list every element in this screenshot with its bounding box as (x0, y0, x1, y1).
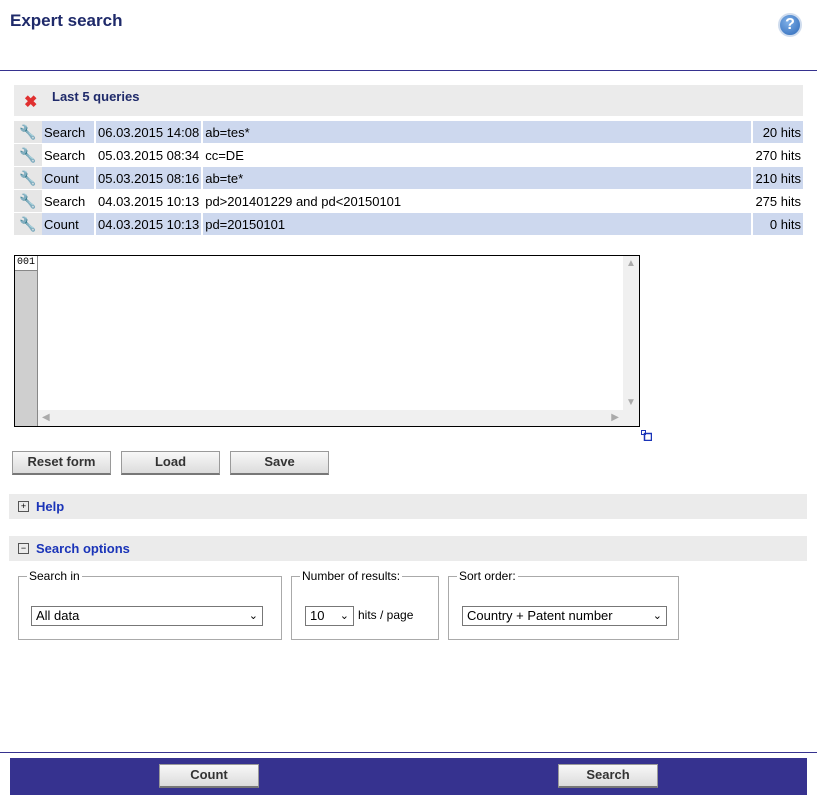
search-in-value: All data (36, 608, 80, 623)
query-date: 05.03.2015 08:16 (96, 167, 202, 189)
expand-icon[interactable]: + (18, 501, 29, 512)
query-date: 04.03.2015 10:13 (96, 213, 202, 235)
query-hits: 275 hits (755, 193, 801, 209)
collapse-icon[interactable]: − (18, 543, 29, 554)
query-editor[interactable]: 001 ▲ ▼ ◀ ▶ (14, 255, 640, 427)
query-text[interactable]: ab=te* (203, 167, 752, 189)
horizontal-scrollbar[interactable]: ◀ ▶ (38, 410, 623, 426)
search-options-label[interactable]: Search options (36, 541, 130, 556)
scroll-down-icon[interactable]: ▼ (623, 397, 639, 408)
query-type: Search (42, 121, 94, 143)
edit-query-icon[interactable]: 🔧 (14, 167, 42, 189)
query-type: Count (42, 213, 94, 235)
edit-query-icon[interactable]: 🔧 (14, 213, 42, 235)
number-of-results-group: Number of results: 10 ⌄ hits / page (291, 569, 439, 640)
query-text[interactable]: ab=tes* (203, 121, 752, 143)
search-button[interactable]: Search (558, 764, 658, 788)
help-icon[interactable]: ? (778, 13, 802, 37)
sort-order-legend: Sort order: (459, 569, 516, 583)
results-per-page-value: 10 (310, 608, 325, 623)
chevron-down-icon: ⌄ (248, 610, 258, 622)
sort-order-group: Sort order: Country + Patent number ⌄ (448, 569, 679, 640)
query-text[interactable]: pd>201401229 and pd<20150101 (203, 190, 751, 212)
number-of-results-legend: Number of results: (302, 569, 401, 583)
edit-query-icon[interactable]: 🔧 (14, 144, 42, 166)
load-button[interactable]: Load (121, 451, 220, 475)
bottom-divider (0, 752, 817, 753)
chevron-down-icon: ⌄ (652, 610, 662, 622)
save-button[interactable]: Save (230, 451, 329, 475)
line-gutter: 001 (15, 256, 38, 426)
help-section-label[interactable]: Help (36, 499, 64, 514)
query-date: 05.03.2015 08:34 (98, 147, 200, 163)
search-in-select[interactable]: All data ⌄ (31, 606, 263, 626)
query-hits: 210 hits (753, 167, 803, 189)
count-button[interactable]: Count (159, 764, 259, 788)
query-hits: 270 hits (755, 147, 801, 163)
vertical-scrollbar[interactable]: ▲ ▼ (623, 256, 639, 410)
query-hits: 0 hits (753, 213, 803, 235)
edit-query-icon[interactable]: 🔧 (14, 190, 42, 212)
query-hits: 20 hits (753, 121, 803, 143)
scroll-right-icon[interactable]: ▶ (611, 412, 619, 423)
search-options-header[interactable]: − Search options (9, 536, 807, 561)
history-row[interactable]: 🔧 Count 04.03.2015 10:13 pd=20150101 0 h… (14, 213, 803, 235)
query-date: 04.03.2015 10:13 (98, 193, 200, 209)
help-section-header[interactable]: + Help (9, 494, 807, 519)
history-title: Last 5 queries (52, 89, 140, 104)
history-table: 🔧 Search 06.03.2015 14:08 ab=tes* 20 hit… (14, 120, 803, 236)
query-type: Search (44, 147, 86, 163)
footer-bar: Count Search (10, 758, 807, 795)
resize-handle-icon[interactable] (641, 430, 652, 441)
clear-history-icon[interactable]: ✖ (24, 92, 37, 112)
history-header: ✖ Last 5 queries (14, 85, 803, 116)
history-row[interactable]: 🔧 Search 04.03.2015 10:13 pd>201401229 a… (14, 190, 803, 212)
search-in-legend: Search in (29, 569, 80, 583)
scroll-up-icon[interactable]: ▲ (623, 258, 639, 269)
history-row[interactable]: 🔧 Count 05.03.2015 08:16 ab=te* 210 hits (14, 167, 803, 189)
scroll-left-icon[interactable]: ◀ (42, 412, 50, 423)
query-text[interactable]: pd=20150101 (203, 213, 752, 235)
scroll-corner (623, 410, 639, 426)
results-per-page-select[interactable]: 10 ⌄ (305, 606, 354, 626)
history-row[interactable]: 🔧 Search 06.03.2015 14:08 ab=tes* 20 hit… (14, 121, 803, 143)
reset-form-button[interactable]: Reset form (12, 451, 111, 475)
sort-order-select[interactable]: Country + Patent number ⌄ (462, 606, 667, 626)
line-number: 001 (15, 256, 37, 271)
query-type: Count (42, 167, 94, 189)
hits-per-page-label: hits / page (358, 608, 414, 622)
query-type: Search (44, 193, 86, 209)
edit-query-icon[interactable]: 🔧 (14, 121, 42, 143)
query-text[interactable]: cc=DE (203, 144, 751, 166)
top-divider (0, 70, 817, 71)
sort-order-value: Country + Patent number (467, 608, 613, 623)
query-date: 06.03.2015 14:08 (96, 121, 202, 143)
chevron-down-icon: ⌄ (339, 610, 349, 622)
history-row[interactable]: 🔧 Search 05.03.2015 08:34 cc=DE 270 hits (14, 144, 803, 166)
search-in-group: Search in All data ⌄ (18, 569, 282, 640)
page-title: Expert search (10, 11, 123, 30)
